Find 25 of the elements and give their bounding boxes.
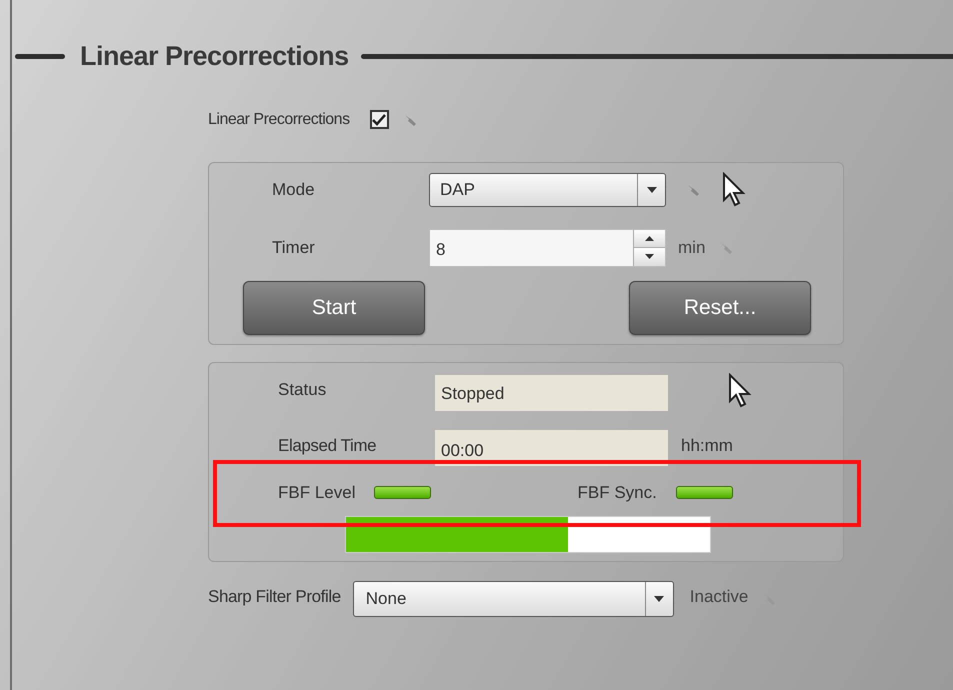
mouse-pointer-icon: [728, 373, 754, 409]
up-arrow-icon[interactable]: [645, 236, 654, 241]
checkbox[interactable]: [370, 110, 389, 129]
mode-dropdown[interactable]: DAP: [429, 172, 666, 206]
field-label: Timer: [272, 236, 316, 259]
indicator-label: FBF Sync.: [577, 482, 657, 504]
section-title: Linear Precorrections: [80, 40, 349, 73]
unit-label: hh:mm: [681, 434, 733, 457]
unit-label: min: [678, 236, 706, 259]
mouse-pointer-icon: [722, 172, 748, 208]
field-label: Mode: [272, 178, 316, 201]
caret-icon: [646, 186, 656, 192]
field-label: Status: [278, 378, 328, 401]
status-label: Inactive: [690, 586, 748, 608]
checkbox-label: Linear Precorrections: [208, 110, 350, 130]
sharp-filter-dropdown[interactable]: None: [352, 580, 674, 616]
field-label: Elapsed Time: [278, 434, 378, 457]
action-button[interactable]: Start: [243, 280, 425, 334]
action-button[interactable]: Reset...: [629, 280, 811, 334]
field-label: Sharp Filter Profile: [208, 586, 341, 608]
timer-spinbox[interactable]: 8: [429, 228, 666, 266]
caret-icon: [654, 596, 664, 602]
indicator-label: FBF Level: [278, 482, 356, 504]
down-arrow-icon[interactable]: [645, 254, 654, 260]
status-field: Stopped: [435, 374, 668, 410]
